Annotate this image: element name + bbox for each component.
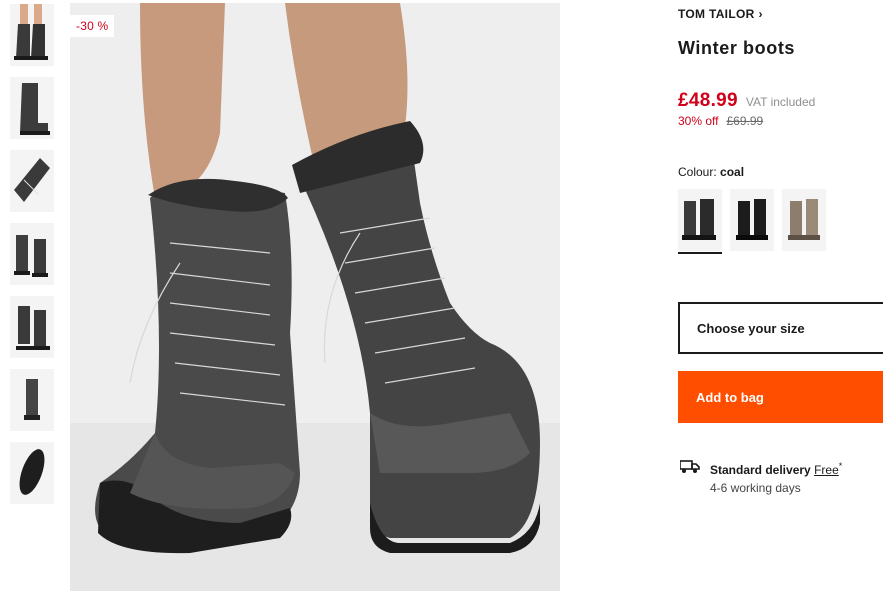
delivery-time: 4-6 working days	[710, 481, 801, 495]
discount-badge: -30 %	[70, 15, 115, 37]
size-select[interactable]: Choose your size	[678, 302, 883, 354]
delivery-title: Standard delivery	[710, 463, 811, 477]
delivery-title-row: Standard delivery Free*	[710, 457, 842, 479]
delivery-info: Standard delivery Free* 4-6 working days	[680, 457, 842, 497]
chevron-right-icon: ›	[758, 7, 763, 21]
truck-icon	[680, 460, 700, 473]
price-row: £48.99 VAT included	[678, 90, 815, 112]
thumbnail-1[interactable]	[10, 4, 54, 66]
add-to-bag-button[interactable]: Add to bag	[678, 371, 883, 423]
colour-swatch-coal[interactable]	[678, 189, 722, 254]
colour-swatch-taupe[interactable]	[782, 189, 826, 251]
delivery-price-link[interactable]: Free	[814, 463, 839, 477]
percent-off: 30% off	[678, 114, 719, 128]
brand-link[interactable]: TOM TAILOR ›	[678, 7, 763, 21]
brand-name: TOM TAILOR	[678, 7, 755, 21]
thumbnail-7[interactable]	[10, 442, 54, 504]
boots-illustration	[70, 3, 560, 591]
colour-value: coal	[720, 165, 745, 179]
original-price: £69.99	[726, 114, 764, 128]
delivery-asterisk: *	[838, 461, 843, 471]
thumbnail-2[interactable]	[10, 77, 54, 139]
thumbnail-4[interactable]	[10, 223, 54, 285]
colour-swatch-black[interactable]	[730, 189, 774, 251]
thumbnail-5[interactable]	[10, 296, 54, 358]
colour-label: Colour: coal	[678, 165, 744, 179]
product-title: Winter boots	[678, 38, 796, 58]
vat-note: VAT included	[745, 95, 816, 109]
thumbnail-3[interactable]	[10, 150, 54, 212]
colour-label-text: Colour:	[678, 165, 717, 179]
sale-price: £48.99	[678, 90, 738, 111]
colour-swatches	[678, 189, 826, 254]
product-main-image[interactable]	[70, 3, 560, 591]
discount-row: 30% off £69.99	[678, 114, 763, 128]
thumbnail-6[interactable]	[10, 369, 54, 431]
